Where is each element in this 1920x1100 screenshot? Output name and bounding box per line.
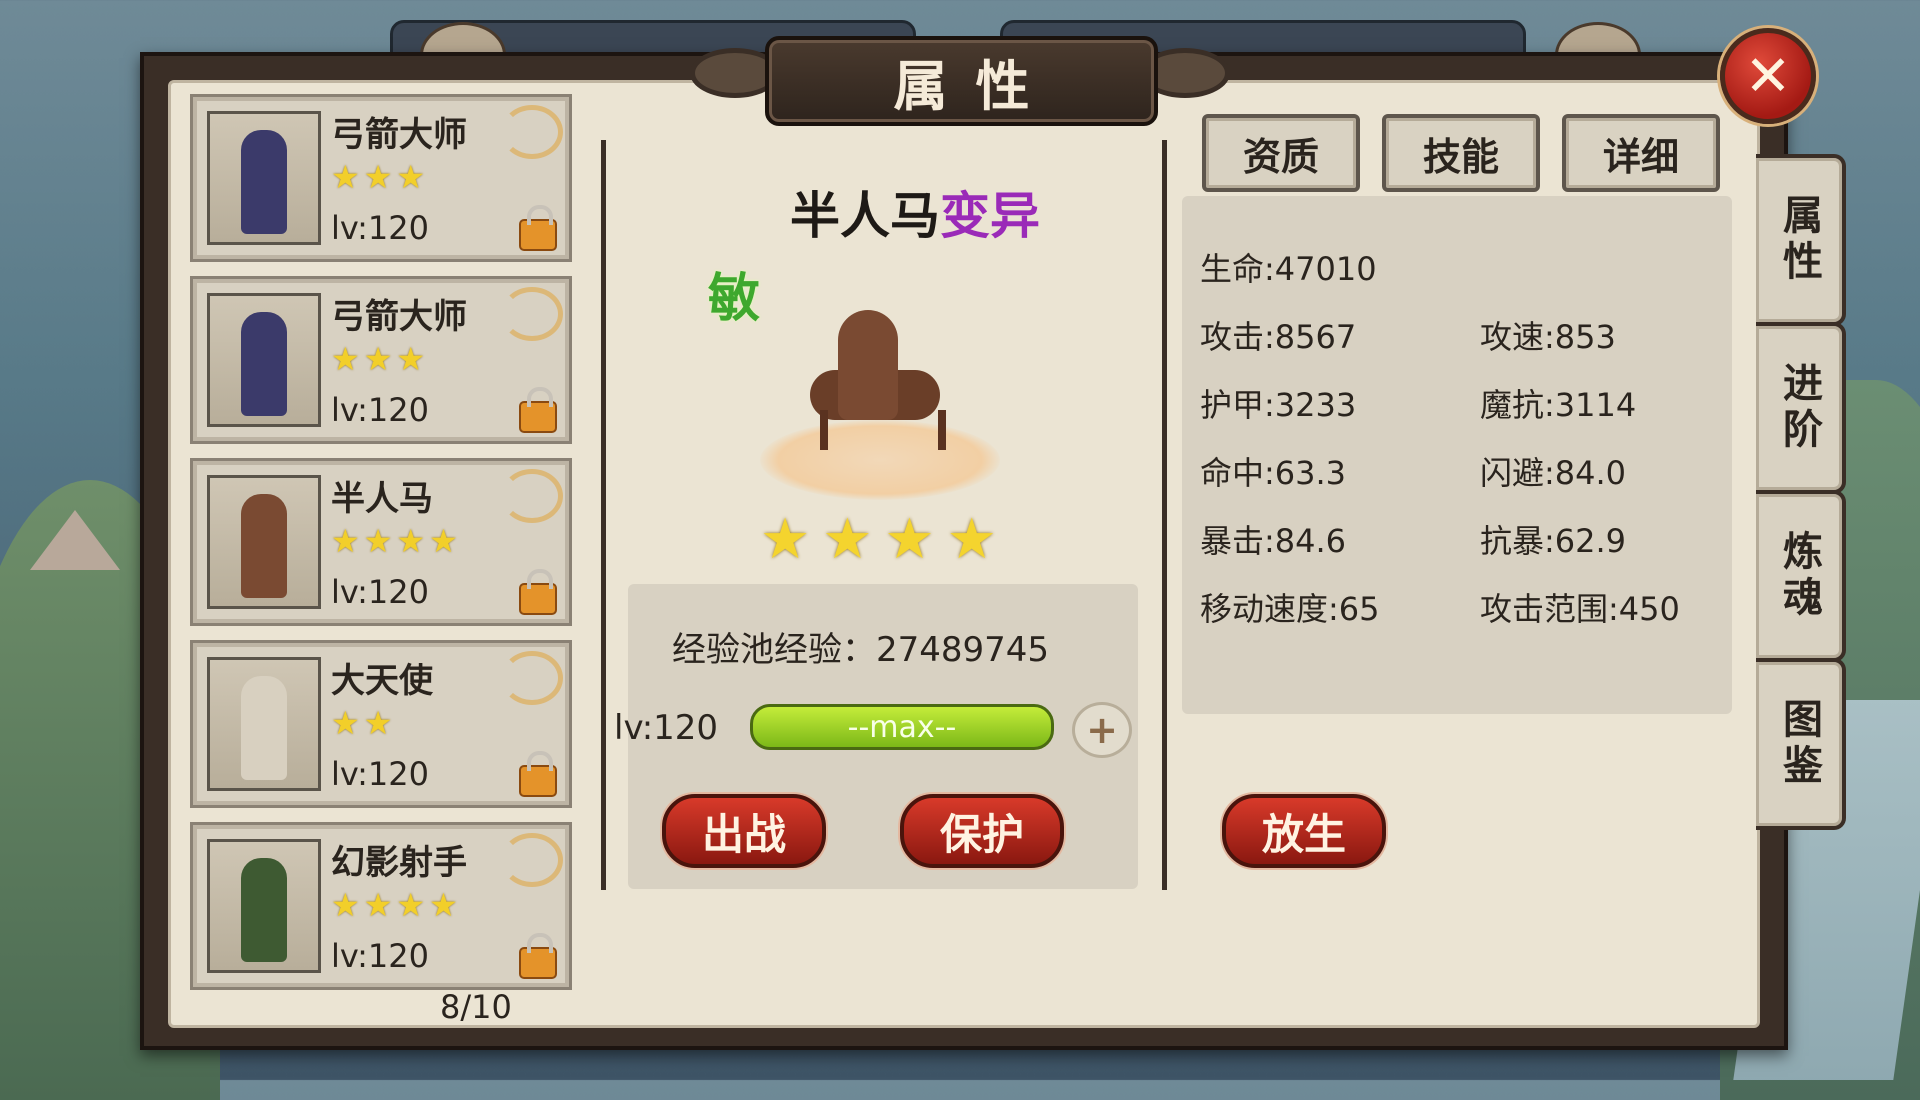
- mutation-label: 变异: [940, 187, 1040, 245]
- star-icon: ★: [396, 340, 426, 378]
- exp-progress-bar: --max--: [750, 704, 1054, 750]
- side-tab-attributes[interactable]: 属性: [1756, 154, 1846, 326]
- star-icon: ★: [884, 507, 935, 572]
- hero-portrait: [207, 111, 321, 245]
- hero-portrait: [207, 293, 321, 427]
- star-icon: ★: [363, 158, 393, 196]
- stat-crit: 暴击:84.6: [1200, 522, 1347, 560]
- hero-level: lv:120: [331, 209, 429, 247]
- hero-title: 半人马变异: [790, 187, 1040, 245]
- hero-name: 半人马: [331, 479, 433, 519]
- hero-name: 幻影射手: [331, 843, 467, 883]
- protect-button[interactable]: 保护: [900, 794, 1064, 868]
- knot-icon: [501, 651, 563, 705]
- star-icon: ★: [331, 886, 360, 924]
- stat-armor: 护甲:3233: [1200, 386, 1357, 424]
- stat-hit: 命中:63.3: [1200, 454, 1347, 492]
- divider-left: [601, 140, 606, 890]
- hero-name: 大天使: [331, 661, 433, 701]
- stat-crit-resist: 抗暴:62.9: [1480, 522, 1627, 560]
- background-tent: [30, 510, 120, 570]
- star-icon: ★: [429, 522, 458, 560]
- star-icon: ★: [363, 886, 393, 924]
- add-exp-button[interactable]: +: [1072, 702, 1132, 758]
- lock-icon[interactable]: [519, 205, 557, 251]
- star-icon: ★: [363, 340, 393, 378]
- hero-stars: ★ ★ ★ ★: [760, 512, 997, 568]
- hero-portrait: [207, 657, 321, 791]
- star-icon: ★: [331, 158, 360, 196]
- side-tab-soul-refine[interactable]: 炼魂: [1756, 490, 1846, 662]
- close-icon: ✕: [1744, 43, 1792, 109]
- lock-icon[interactable]: [519, 387, 557, 433]
- hero-portrait: [207, 839, 321, 973]
- lock-icon[interactable]: [519, 933, 557, 979]
- star-icon: ★: [331, 704, 360, 742]
- hero-stars: ★ ★ ★ ★: [331, 525, 458, 557]
- hero-level: lv:120: [331, 937, 429, 975]
- hero-count: 8/10: [440, 988, 512, 1026]
- tab-skills[interactable]: 技能: [1382, 114, 1540, 192]
- star-icon: ★: [396, 886, 426, 924]
- hero-card[interactable]: 大天使 ★ ★ lv:120: [190, 640, 572, 808]
- divider-right: [1162, 140, 1167, 890]
- star-icon: ★: [331, 340, 360, 378]
- hero-card[interactable]: 幻影射手 ★ ★ ★ ★ lv:120: [190, 822, 572, 990]
- hero-card[interactable]: 半人马 ★ ★ ★ ★ lv:120: [190, 458, 572, 626]
- star-icon: ★: [363, 522, 393, 560]
- stat-attack-range: 攻击范围:450: [1480, 590, 1680, 628]
- stat-dodge: 闪避:84.0: [1480, 454, 1627, 492]
- knot-icon: [501, 833, 563, 887]
- star-icon: ★: [363, 704, 393, 742]
- hero-level: lv:120: [331, 573, 429, 611]
- centaur-torso: [838, 310, 898, 420]
- hero-portrait: [207, 475, 321, 609]
- hero-card[interactable]: 弓箭大师 ★ ★ ★ lv:120: [190, 94, 572, 262]
- release-button[interactable]: 放生: [1222, 794, 1386, 868]
- tab-details[interactable]: 详细: [1562, 114, 1720, 192]
- star-icon: ★: [331, 522, 360, 560]
- hero-card[interactable]: 弓箭大师 ★ ★ ★ lv:120: [190, 276, 572, 444]
- hero-stars: ★ ★ ★ ★: [331, 889, 458, 921]
- star-icon: ★: [396, 522, 426, 560]
- hero-level: lv:120: [614, 708, 719, 748]
- star-icon: ★: [429, 886, 458, 924]
- lock-icon[interactable]: [519, 569, 557, 615]
- hero-level: lv:120: [331, 391, 429, 429]
- hero-figure: [241, 130, 287, 234]
- hero-level: lv:120: [331, 755, 429, 793]
- hero-figure: [241, 858, 287, 962]
- star-icon: ★: [396, 158, 426, 196]
- lock-icon[interactable]: [519, 751, 557, 797]
- side-tab-advance[interactable]: 进阶: [1756, 322, 1846, 494]
- close-button[interactable]: ✕: [1720, 28, 1816, 124]
- stat-attack-speed: 攻速:853: [1480, 318, 1616, 356]
- hero-figure: [241, 312, 287, 416]
- stat-magic-resist: 魔抗:3114: [1480, 386, 1637, 424]
- star-icon: ★: [822, 507, 873, 572]
- stat-hp: 生命:47010: [1200, 250, 1377, 288]
- stat-move-speed: 移动速度:65: [1200, 590, 1380, 628]
- stat-attack: 攻击:8567: [1200, 318, 1357, 356]
- hero-stars: ★ ★: [331, 707, 392, 739]
- hero-stars: ★ ★ ★: [331, 343, 425, 375]
- hero-name: 弓箭大师: [331, 297, 467, 337]
- hero-stars: ★ ★ ★: [331, 161, 425, 193]
- star-icon: ★: [760, 507, 811, 572]
- battle-button[interactable]: 出战: [662, 794, 826, 868]
- side-tab-codex[interactable]: 图鉴: [1756, 658, 1846, 830]
- hero-figure: [241, 494, 287, 598]
- dialog-title: 属性: [765, 36, 1158, 126]
- hero-name: 弓箭大师: [331, 115, 467, 155]
- knot-icon: [501, 287, 563, 341]
- exp-pool: 经验池经验：27489745: [672, 630, 1050, 670]
- knot-icon: [501, 105, 563, 159]
- tab-aptitude[interactable]: 资质: [1202, 114, 1360, 192]
- knot-icon: [501, 469, 563, 523]
- hero-figure: [241, 676, 287, 780]
- hero-model: [740, 280, 1020, 500]
- star-icon: ★: [946, 507, 997, 572]
